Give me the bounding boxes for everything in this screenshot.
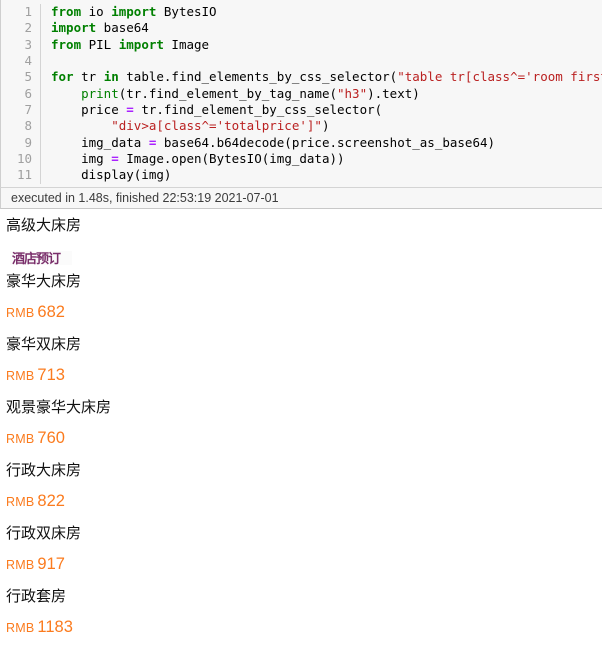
line-number: 1 <box>24 4 32 19</box>
room-name: 高级大床房 <box>6 215 82 234</box>
output-entry: 高级大床房酒店预订 <box>6 209 602 265</box>
room-price: RMB 713 <box>6 360 602 391</box>
price-amount: 917 <box>37 554 65 573</box>
room-name: 观景豪华大床房 <box>6 397 112 416</box>
code-line: display(img) <box>51 167 602 183</box>
code-line: from io import BytesIO <box>51 4 602 20</box>
line-number: 10 <box>16 151 32 167</box>
line-number: 3 <box>24 36 32 52</box>
room-name: 豪华大床房 <box>6 271 82 290</box>
code-token: tr <box>73 69 104 85</box>
code-token: "div>a[class^='totalprice']" <box>111 118 322 134</box>
code-token: print <box>81 85 119 101</box>
image-top-mask <box>10 242 72 251</box>
room-name: 行政双床房 <box>6 523 82 542</box>
code-token: import <box>51 20 97 36</box>
output-entry: 豪华大床房 RMB 682 <box>6 265 602 328</box>
code-token: "h3" <box>337 85 368 101</box>
output-entry: 行政双床房 RMB 917 <box>6 517 602 580</box>
line-number: 2 <box>24 20 32 36</box>
cell-output-area: 高级大床房 酒店预订 豪华大床房 RMB 682 豪华双床房 RMB 713 观景豪华大床房 RM… <box>0 208 602 643</box>
output-entry: 行政套房 RMB 1183 <box>6 580 602 643</box>
code-token: display(img) <box>51 167 172 183</box>
room-name: 豪华双床房 <box>6 334 82 353</box>
room-name: 行政套房 <box>6 586 67 605</box>
price-amount: 713 <box>37 365 65 384</box>
code-token: PIL <box>81 36 119 52</box>
line-number: 11 <box>16 167 32 183</box>
code-token: = <box>126 102 134 118</box>
code-line: for tr in table.find_elements_by_css_sel… <box>51 69 602 85</box>
room-price: RMB 760 <box>6 423 602 454</box>
currency-label: RMB <box>6 368 35 383</box>
code-token: base64.b64decode(price.screenshot_as_bas… <box>156 134 496 150</box>
code-cell-body: 1 2 3 4 5 6 7 8 9 10 11 from io import BytesIO impo… <box>1 4 602 184</box>
code-token: price <box>51 102 127 118</box>
price-amount: 760 <box>37 428 65 447</box>
code-token: base64 <box>96 20 149 36</box>
code-token: tr.find_element_by_css_selector( <box>133 102 383 118</box>
code-line: from PIL import Image <box>51 37 602 53</box>
code-token: = <box>111 151 119 167</box>
code-token: ).text) <box>367 85 420 101</box>
code-line: img_data = base64.b64decode(price.screen… <box>51 135 602 151</box>
price-amount: 822 <box>37 491 65 510</box>
code-token: for <box>51 69 74 85</box>
line-number: 4 <box>24 53 32 69</box>
room-price: RMB 682 <box>6 297 602 328</box>
code-token: import <box>111 4 157 19</box>
room-price: RMB 917 <box>6 549 602 580</box>
output-entry: 行政大床房 RMB 822 <box>6 454 602 517</box>
code-line: import base64 <box>51 20 602 36</box>
code-line: "div>a[class^='totalprice']") <box>51 118 602 134</box>
room-price: RMB 1183 <box>6 612 602 643</box>
notebook-code-cell[interactable]: 1 2 3 4 5 6 7 8 9 10 11 from io import BytesIO impo… <box>0 0 602 187</box>
line-number: 9 <box>24 134 32 150</box>
price-amount: 682 <box>37 302 65 321</box>
room-name: 行政大床房 <box>6 460 82 479</box>
currency-label: RMB <box>6 305 35 320</box>
line-number: 7 <box>24 102 32 118</box>
currency-label: RMB <box>6 557 35 572</box>
currency-label: RMB <box>6 620 35 635</box>
code-line: print(tr.find_element_by_tag_name("h3").… <box>51 86 602 102</box>
currency-label: RMB <box>6 431 35 446</box>
code-line: price = tr.find_element_by_css_selector( <box>51 102 602 118</box>
code-token: from <box>51 36 82 52</box>
code-token: "table tr[class^='room first']" <box>397 69 602 85</box>
code-token: (tr.find_element_by_tag_name( <box>118 85 337 101</box>
code-token: ) <box>321 118 330 134</box>
output-entry: 观景豪华大床房 RMB 760 <box>6 391 602 454</box>
code-line: img = Image.open(BytesIO(img_data)) <box>51 151 602 167</box>
line-number: 8 <box>24 118 32 134</box>
code-token: Image <box>163 36 210 52</box>
code-token: table.find_elements_by_css_selector( <box>118 69 398 85</box>
code-token: img_data <box>51 134 149 150</box>
line-number-gutter: 1 2 3 4 5 6 7 8 9 10 11 <box>1 4 41 184</box>
line-number: 6 <box>24 85 32 101</box>
line-number: 5 <box>24 69 32 85</box>
price-screenshot-image: 酒店预订 <box>10 242 72 265</box>
code-editor-area[interactable]: from io import BytesIO import base64 from … <box>41 4 602 184</box>
code-token: Image.open(BytesIO(img_data)) <box>118 151 345 167</box>
code-token: BytesIO <box>156 4 217 19</box>
price-amount: 1183 <box>37 617 73 636</box>
code-token: in <box>103 69 119 85</box>
code-token: import <box>118 36 164 52</box>
output-entry: 豪华双床房 RMB 713 <box>6 328 602 391</box>
code-token: from <box>51 4 82 19</box>
clipped-image-text: 酒店预订 <box>12 250 61 265</box>
room-price: RMB 822 <box>6 486 602 517</box>
code-token: img <box>51 151 112 167</box>
code-token: io <box>81 4 112 19</box>
currency-label: RMB <box>6 494 35 509</box>
execution-status-bar: executed in 1.48s, finished 22:53:19 202… <box>0 186 602 209</box>
